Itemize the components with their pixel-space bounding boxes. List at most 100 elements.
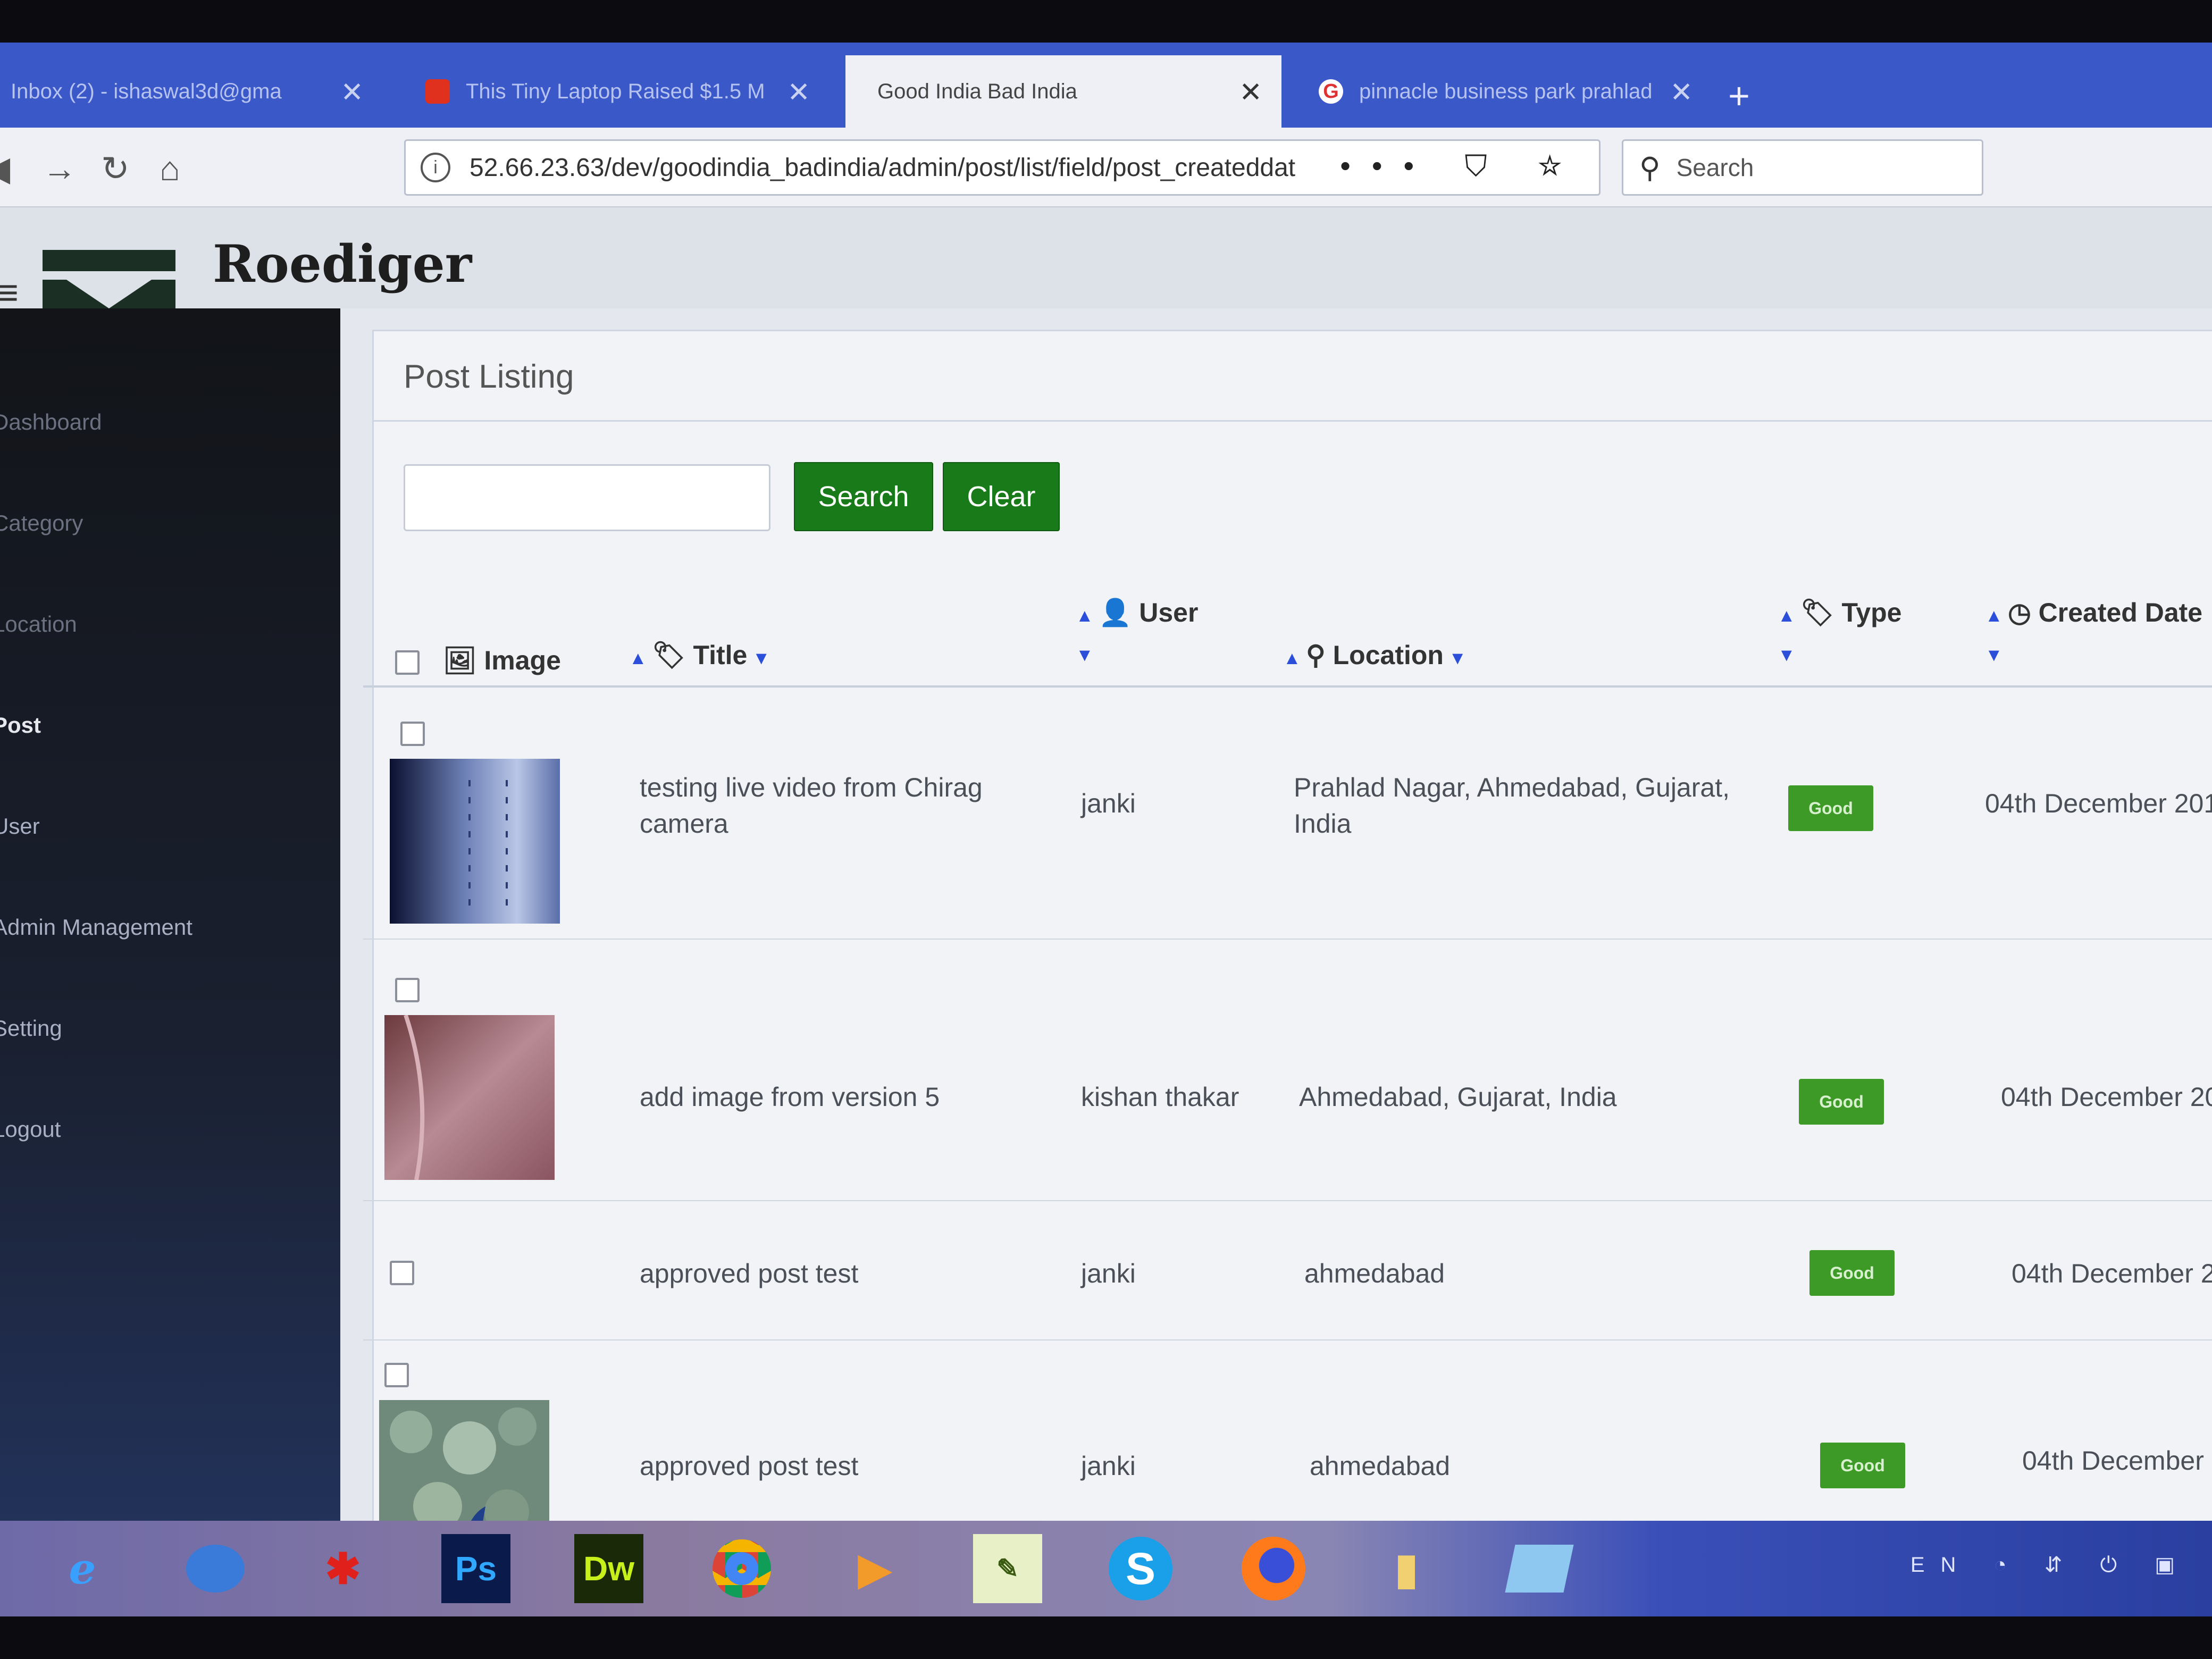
header-user[interactable]: ▲ 👤 User — [1076, 597, 1198, 629]
home-icon[interactable]: ⌂ — [160, 149, 180, 188]
header-location[interactable]: ▲ ⚲ Location ▼ — [1283, 640, 1467, 671]
type-badge: Good — [1809, 1250, 1895, 1296]
select-all-checkbox[interactable] — [395, 650, 420, 675]
type-badge: Good — [1799, 1079, 1884, 1125]
main-content: Post Listing Search Clear 🖼 Image ▲ 🏷 Ti… — [340, 308, 2212, 1565]
window-icon[interactable] — [1505, 1534, 1574, 1603]
header-type[interactable]: ▲ 🏷 Type — [1778, 597, 1901, 629]
reload-icon[interactable]: ↻ — [101, 149, 130, 189]
chrome-icon[interactable] — [707, 1534, 776, 1603]
sort-asc-icon[interactable]: ▲ — [1778, 606, 1800, 626]
sidebar-item-admin-management[interactable]: Admin Management — [0, 915, 192, 940]
post-location: ahmedabad — [1304, 1259, 1445, 1288]
paint-icon[interactable]: ✱ — [308, 1534, 378, 1603]
sort-asc-icon[interactable]: ▲ — [1985, 606, 2008, 626]
type-badge: Good — [1820, 1443, 1905, 1488]
firefox-icon[interactable] — [1239, 1534, 1308, 1603]
url-text: 52.66.23.63/dev/goodindia_badindia/admin… — [470, 153, 1296, 182]
header-created-date[interactable]: ▲ ◷ Created Date — [1985, 597, 2202, 628]
dreamweaver-icon[interactable]: Dw — [574, 1534, 643, 1603]
image-icon: 🖼 — [443, 646, 484, 675]
sort-desc-icon[interactable]: ▼ — [1076, 645, 1094, 666]
row-checkbox[interactable] — [390, 1261, 414, 1285]
tab-label: Inbox (2) - ishaswal3d@gma — [11, 79, 282, 103]
tag-icon: 🏷 — [652, 640, 693, 670]
browser-navbar: ◀ → ↻ ⌂ i 52.66.23.63/dev/goodindia_badi… — [0, 128, 2212, 207]
sort-desc-icon[interactable]: ▼ — [747, 648, 770, 668]
post-created-date: 04th December — [2022, 1446, 2204, 1476]
clear-button[interactable]: Clear — [943, 462, 1060, 531]
post-user: janki — [1081, 789, 1136, 818]
sidebar-item-location[interactable]: Location — [0, 611, 77, 637]
type-badge: Good — [1788, 785, 1873, 831]
post-user: janki — [1081, 1451, 1136, 1481]
table-header: 🖼 Image ▲ 🏷 Title ▼ ▲ 👤 User ▼ ▲ ⚲ Locat… — [363, 571, 2212, 688]
sidebar-item-dashboard[interactable]: Dashboard — [0, 409, 102, 435]
row-checkbox[interactable] — [395, 978, 420, 1002]
new-tab-button[interactable]: + — [1728, 74, 1750, 117]
menu-icon[interactable]: ≡ — [0, 271, 19, 314]
sidebar: Dashboard Category Location Post User Ad… — [0, 308, 340, 1531]
thunderbird-icon[interactable] — [181, 1534, 250, 1603]
sort-asc-icon[interactable]: ▲ — [629, 648, 652, 668]
close-icon[interactable]: ✕ — [787, 77, 810, 108]
post-title[interactable]: approved post test — [640, 1255, 858, 1292]
info-icon[interactable]: i — [421, 153, 450, 182]
sort-asc-icon[interactable]: ▲ — [1283, 648, 1306, 668]
post-title[interactable]: add image from version 5 — [640, 1079, 940, 1115]
sort-desc-icon[interactable]: ▼ — [1778, 645, 1796, 666]
photoshop-icon[interactable]: Ps — [441, 1534, 510, 1603]
address-bar[interactable]: i 52.66.23.63/dev/goodindia_badindia/adm… — [404, 139, 1601, 196]
search-icon: ⚲ — [1639, 152, 1661, 184]
sort-asc-icon[interactable]: ▲ — [1076, 606, 1099, 626]
post-title[interactable]: testing live video from Chirag camera — [640, 769, 1044, 842]
clock-icon: ◷ — [2008, 598, 2039, 627]
internet-explorer-icon[interactable]: e — [48, 1534, 117, 1603]
forward-icon[interactable]: → — [43, 149, 77, 188]
browser-search-bar[interactable]: ⚲ Search — [1622, 139, 1983, 196]
row-checkbox[interactable] — [400, 722, 425, 746]
monitor-display: Inbox (2) - ishaswal3d@gma ✕ This Tiny L… — [0, 43, 2212, 1616]
page-actions[interactable]: ••• ⛉ ☆ — [1340, 148, 1583, 184]
sort-desc-icon[interactable]: ▼ — [1985, 645, 2003, 666]
post-created-date: 04th December 2 — [2012, 1259, 2212, 1288]
table-row: add image from version 5 kishan thakar A… — [363, 941, 2212, 1201]
notepad-icon[interactable]: ✎ — [973, 1534, 1042, 1603]
file-explorer-icon[interactable]: ▮ — [1372, 1534, 1441, 1603]
tab-good-india-bad-india[interactable]: Good India Bad India ✕ — [845, 55, 1281, 128]
post-user: janki — [1081, 1259, 1136, 1288]
post-listing-panel: Post Listing Search Clear 🖼 Image ▲ 🏷 Ti… — [363, 330, 2212, 1565]
skype-icon[interactable]: S — [1106, 1534, 1175, 1603]
search-button[interactable]: Search — [794, 462, 933, 531]
post-location: Prahlad Nagar, Ahmedabad, Gujarat, India — [1294, 773, 1730, 839]
tab-laptop-video[interactable]: This Tiny Laptop Raised $1.5 M ✕ — [393, 55, 830, 128]
user-icon: 👤 — [1099, 598, 1139, 627]
post-location: Ahmedabad, Gujarat, India — [1299, 1082, 1617, 1112]
tag-icon: 🏷 — [1800, 598, 1842, 627]
tab-google-search[interactable]: G pinnacle business park prahlad ✕ — [1287, 55, 1712, 128]
sidebar-item-logout[interactable]: Logout — [0, 1117, 61, 1142]
row-checkbox[interactable] — [384, 1363, 409, 1387]
close-icon[interactable]: ✕ — [1670, 77, 1693, 108]
sidebar-item-post[interactable]: Post — [0, 713, 41, 738]
table-row: testing live video from Chirag camera ja… — [363, 690, 2212, 940]
sidebar-item-user[interactable]: User — [0, 814, 40, 839]
post-thumbnail-image[interactable] — [384, 1015, 555, 1180]
table-row: approved post test janki ahmedabad Good … — [363, 1202, 2212, 1340]
sort-desc-icon[interactable]: ▼ — [1444, 648, 1467, 668]
system-tray[interactable]: EN ◔ ⇵ ⏻ ▣ — [1911, 1553, 2191, 1577]
back-icon[interactable]: ◀ — [0, 149, 10, 189]
sidebar-item-category[interactable]: Category — [0, 510, 83, 536]
header-title[interactable]: ▲ 🏷 Title ▼ — [629, 640, 770, 671]
post-thumbnail-image[interactable] — [390, 759, 560, 924]
search-input[interactable] — [404, 464, 770, 531]
sidebar-item-setting[interactable]: Setting — [0, 1016, 62, 1041]
map-pin-icon: ⚲ — [1306, 640, 1333, 670]
google-icon: G — [1319, 79, 1343, 104]
close-icon[interactable]: ✕ — [1239, 77, 1262, 108]
media-player-icon[interactable]: ▶ — [840, 1534, 909, 1603]
close-icon[interactable]: ✕ — [340, 77, 364, 108]
windows-taskbar: e ✱ Ps Dw ▶ ✎ S ▮ EN ◔ ⇵ ⏻ ▣ — [0, 1521, 2212, 1616]
tab-inbox[interactable]: Inbox (2) - ishaswal3d@gma ✕ — [0, 55, 383, 128]
post-title[interactable]: approved post test — [640, 1448, 858, 1484]
